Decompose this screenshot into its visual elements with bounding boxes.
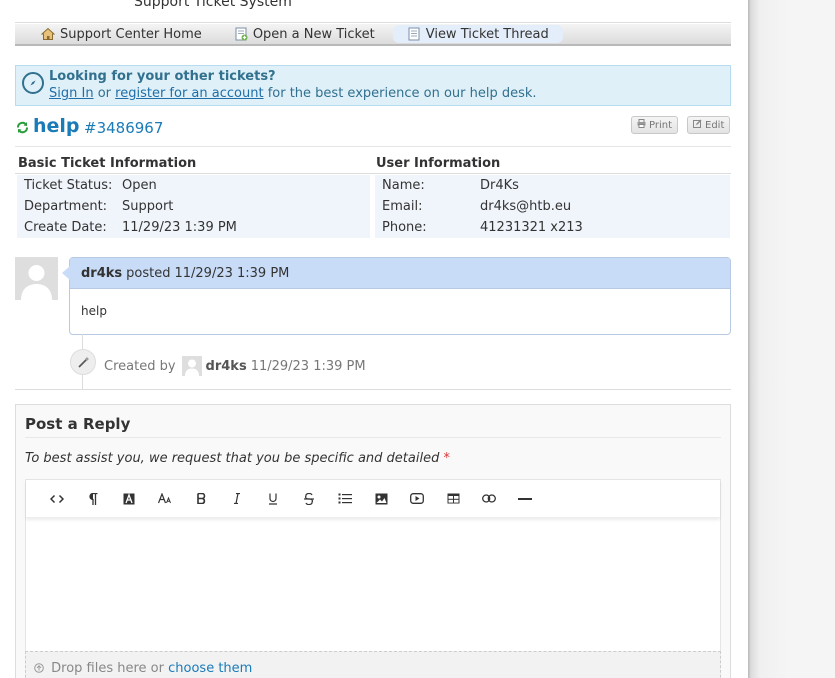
basic-info-title: Basic Ticket Information (18, 156, 197, 171)
main-nav: Support Center Home Open a New Ticket Vi… (15, 24, 731, 46)
compass-icon (22, 72, 44, 94)
email-key: Email: (382, 199, 423, 214)
italic-icon[interactable] (219, 488, 255, 510)
bold-icon[interactable] (183, 488, 219, 510)
font-size-icon[interactable] (147, 488, 183, 510)
thread-header: dr4ks posted 11/29/23 1:39 PM (70, 258, 730, 289)
reply-title: Post a Reply (25, 415, 131, 433)
file-dropzone[interactable]: Drop files here or choose them (25, 651, 721, 678)
thread-pointer (62, 266, 70, 280)
status-value: Open (122, 178, 157, 193)
info-divider (15, 173, 731, 174)
table-icon[interactable] (435, 488, 471, 510)
code-view-icon[interactable] (39, 488, 75, 510)
notice-text: Sign In or register for an account for t… (49, 86, 537, 101)
ticket-header: help #3486967 Print Edit (15, 114, 731, 144)
edit-icon (693, 119, 702, 131)
thread-event: Created by dr4ks 11/29/23 1:39 PM (69, 346, 731, 380)
notice-or: or (97, 86, 112, 101)
create-date-value: 11/29/23 1:39 PM (122, 220, 237, 235)
email-value: dr4ks@htb.eu (480, 199, 572, 214)
login-notice: Looking for your other tickets? Sign In … (15, 65, 731, 106)
thread-date: 11/29/23 1:39 PM (174, 265, 290, 281)
new-ticket-icon (234, 27, 248, 41)
name-key: Name: (382, 178, 425, 193)
info-row: Ticket Status: Open (17, 175, 370, 196)
reply-hint-text: To best assist you, we request that you … (25, 451, 440, 466)
info-row: Name: Dr4Ks (375, 175, 730, 196)
thread-entry: dr4ks posted 11/29/23 1:39 PM help (62, 257, 731, 335)
reply-hint: To best assist you, we request that you … (25, 451, 450, 466)
ticket-subject: help (33, 115, 80, 137)
header-divider (15, 22, 731, 23)
edit-button[interactable]: Edit (687, 116, 731, 134)
info-row: Email: dr4ks@htb.eu (375, 196, 730, 217)
event-text: Created by dr4ks 11/29/23 1:39 PM (104, 356, 366, 376)
drop-text: Drop files here or (51, 661, 164, 676)
thread-posted: posted (126, 265, 171, 281)
header-separator (15, 146, 731, 147)
rich-text-editor[interactable] (25, 479, 721, 657)
font-color-icon[interactable] (111, 488, 147, 510)
phone-value: 41231321 x213 (480, 220, 583, 235)
info-row: Department: Support (17, 196, 370, 217)
basic-info-table: Ticket Status: Open Department: Support … (17, 175, 370, 238)
notice-title: Looking for your other tickets? (49, 69, 276, 84)
nav-view-ticket-thread[interactable]: View Ticket Thread (392, 25, 563, 43)
department-key: Department: (24, 199, 108, 214)
print-icon (637, 119, 646, 131)
link-icon[interactable] (471, 488, 507, 510)
print-label: Print (649, 119, 673, 131)
register-link[interactable]: register for an account (115, 86, 263, 101)
name-value: Dr4Ks (480, 178, 519, 193)
user-info-table: Name: Dr4Ks Email: dr4ks@htb.eu Phone: 4… (375, 175, 730, 238)
event-avatar (181, 356, 202, 376)
info-row: Create Date: 11/29/23 1:39 PM (17, 217, 370, 238)
event-date: 11/29/23 1:39 PM (250, 358, 366, 374)
home-icon (40, 27, 56, 41)
event-author: dr4ks (205, 358, 247, 374)
reply-divider (25, 437, 721, 438)
window-edge (748, 0, 835, 678)
site-title: Support Ticket System (134, 0, 292, 10)
edit-label: Edit (705, 119, 725, 131)
event-prefix: Created by (104, 358, 176, 374)
user-info-title: User Information (376, 156, 501, 171)
notice-suffix: for the best experience on our help desk… (267, 86, 537, 101)
nav-label: Open a New Ticket (252, 26, 375, 42)
editor-toolbar (26, 480, 720, 518)
nav-open-new-ticket[interactable]: Open a New Ticket (220, 25, 389, 43)
phone-key: Phone: (382, 220, 427, 235)
video-icon[interactable] (399, 488, 435, 510)
avatar (15, 257, 58, 300)
nav-label: Support Center Home (60, 26, 202, 42)
refresh-icon[interactable] (16, 121, 28, 134)
print-button[interactable]: Print (631, 116, 679, 134)
nav-support-center-home[interactable]: Support Center Home (27, 25, 216, 43)
image-icon[interactable] (363, 488, 399, 510)
thread-separator (15, 389, 731, 390)
info-row: Phone: 41231321 x213 (375, 217, 730, 238)
upload-icon (34, 662, 44, 677)
paragraph-icon[interactable] (75, 488, 111, 510)
ticket-page: Support Ticket System Support Center Hom… (0, 0, 748, 678)
create-date-key: Create Date: (24, 220, 107, 235)
ticket-number[interactable]: #3486967 (84, 119, 163, 137)
reply-form: Post a Reply To best assist you, we requ… (15, 404, 731, 678)
thread-body: help (81, 304, 107, 318)
horizontal-rule-icon[interactable] (507, 488, 543, 510)
thread-author: dr4ks (81, 265, 123, 281)
nav-label: View Ticket Thread (425, 26, 549, 42)
list-icon[interactable] (327, 488, 363, 510)
magic-wand-icon (70, 349, 96, 375)
required-mark: * (443, 451, 450, 466)
status-key: Ticket Status: (24, 178, 113, 193)
underline-icon[interactable] (255, 488, 291, 510)
strikethrough-icon[interactable] (291, 488, 327, 510)
sign-in-link[interactable]: Sign In (49, 86, 94, 101)
choose-files-link[interactable]: choose them (168, 661, 252, 676)
ticket-thread-icon (407, 27, 421, 41)
department-value: Support (122, 199, 174, 214)
